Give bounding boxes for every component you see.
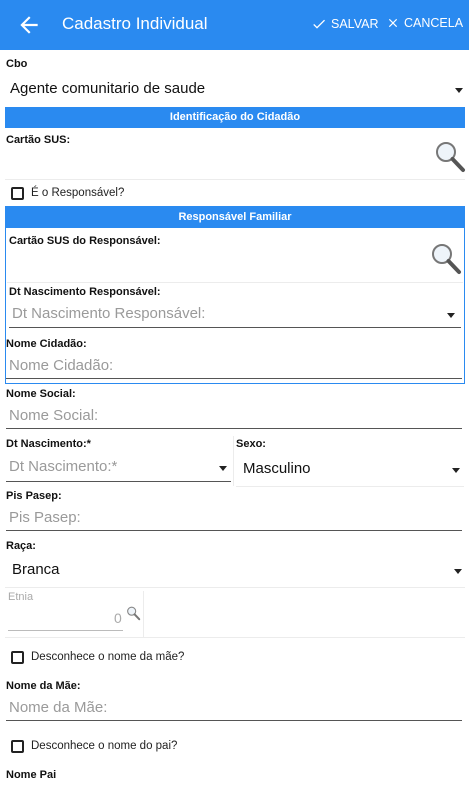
- search-icon[interactable]: [432, 138, 466, 174]
- field-underline: [6, 428, 462, 429]
- divider: [236, 486, 464, 487]
- page-title: Cadastro Individual: [62, 14, 208, 33]
- cbo-label: Cbo: [6, 58, 28, 70]
- nome-social-placeholder: Nome Social:: [9, 407, 99, 424]
- desconhece-pai-label: Desconhece o nome do pai?: [31, 740, 178, 752]
- cartao-responsavel-input[interactable]: [9, 247, 419, 277]
- pis-pasep-input[interactable]: Pis Pasep:: [6, 505, 462, 530]
- raca-value: Branca: [12, 561, 60, 578]
- dt-responsavel-label: Dt Nascimento Responsável:: [9, 286, 161, 298]
- divider: [5, 179, 465, 180]
- nome-pai-label: Nome Pai: [6, 769, 57, 781]
- nome-mae-label: Nome da Mãe:: [6, 680, 81, 692]
- sexo-value: Masculino: [243, 460, 311, 477]
- field-underline: [6, 530, 462, 531]
- cancel-button[interactable]: CANCELA: [386, 16, 463, 30]
- divider: [5, 637, 465, 638]
- divider: [5, 587, 465, 588]
- cartao-sus-label: Cartão SUS:: [6, 134, 71, 146]
- divider: [143, 591, 144, 637]
- etnia-value: 0: [114, 610, 122, 626]
- pis-pasep-placeholder: Pis Pasep:: [9, 509, 81, 526]
- close-icon: [388, 18, 398, 28]
- dt-nascimento-label: Dt Nascimento:*: [6, 438, 91, 450]
- cancel-label: CANCELA: [404, 16, 464, 30]
- save-button[interactable]: SALVAR: [311, 16, 378, 32]
- field-underline: [6, 481, 231, 482]
- raca-select[interactable]: Branca: [6, 555, 464, 585]
- desconhece-pai-checkbox[interactable]: [11, 740, 24, 753]
- field-underline: [6, 720, 462, 721]
- search-icon[interactable]: [428, 240, 462, 276]
- section-header-identificacao: Identificação do Cidadão: [5, 107, 465, 128]
- dt-nascimento-placeholder: Dt Nascimento:*: [9, 458, 118, 475]
- dropdown-arrow-icon: [447, 313, 455, 318]
- dropdown-arrow-icon: [455, 88, 463, 93]
- field-underline: [6, 378, 462, 379]
- search-icon[interactable]: [125, 605, 141, 621]
- dt-responsavel-select[interactable]: Dt Nascimento Responsável:: [9, 302, 461, 328]
- field-underline: [8, 630, 123, 631]
- dt-nascimento-select[interactable]: Dt Nascimento:*: [6, 454, 231, 480]
- nome-mae-placeholder: Nome da Mãe:: [9, 699, 108, 716]
- nome-cidadao-label: Nome Cidadão:: [6, 338, 87, 350]
- dropdown-arrow-icon: [219, 466, 227, 471]
- check-icon: [313, 19, 325, 29]
- etnia-input: 0: [8, 606, 123, 630]
- form-content: Cbo Agente comunitario de saude Identifi…: [0, 50, 469, 800]
- section-header-responsavel: Responsável Familiar: [6, 207, 464, 228]
- raca-label: Raça:: [6, 540, 36, 552]
- cartao-responsavel-label: Cartão SUS do Responsável:: [9, 235, 161, 247]
- cbo-select[interactable]: Agente comunitario de saude: [0, 74, 469, 104]
- cbo-value: Agente comunitario de saude: [10, 80, 206, 97]
- nome-cidadao-placeholder: Nome Cidadão:: [9, 357, 114, 374]
- divider: [7, 282, 463, 283]
- dt-responsavel-placeholder: Dt Nascimento Responsável:: [12, 305, 206, 322]
- back-arrow-icon[interactable]: [16, 12, 42, 38]
- cartao-sus-input[interactable]: [6, 146, 426, 178]
- etnia-label: Etnia: [8, 591, 34, 603]
- nome-social-input[interactable]: Nome Social:: [6, 403, 462, 428]
- save-label: SALVAR: [331, 17, 379, 31]
- nome-cidadao-input[interactable]: Nome Cidadão:: [6, 353, 462, 378]
- pis-pasep-label: Pis Pasep:: [6, 490, 62, 502]
- dropdown-arrow-icon: [452, 468, 460, 473]
- desconhece-mae-label: Desconhece o nome da mãe?: [31, 651, 185, 663]
- is-responsavel-checkbox[interactable]: [11, 187, 24, 200]
- divider: [233, 436, 234, 486]
- app-bar: Cadastro Individual SALVAR CANCELA: [0, 0, 469, 50]
- sexo-select[interactable]: Masculino: [236, 455, 464, 483]
- is-responsavel-label: É o Responsável?: [31, 187, 125, 199]
- nome-social-label: Nome Social:: [6, 388, 76, 400]
- nome-mae-input[interactable]: Nome da Mãe:: [6, 695, 462, 720]
- dropdown-arrow-icon: [454, 569, 462, 574]
- desconhece-mae-checkbox[interactable]: [11, 651, 24, 664]
- sexo-label: Sexo:: [236, 438, 266, 450]
- field-underline: [9, 327, 461, 328]
